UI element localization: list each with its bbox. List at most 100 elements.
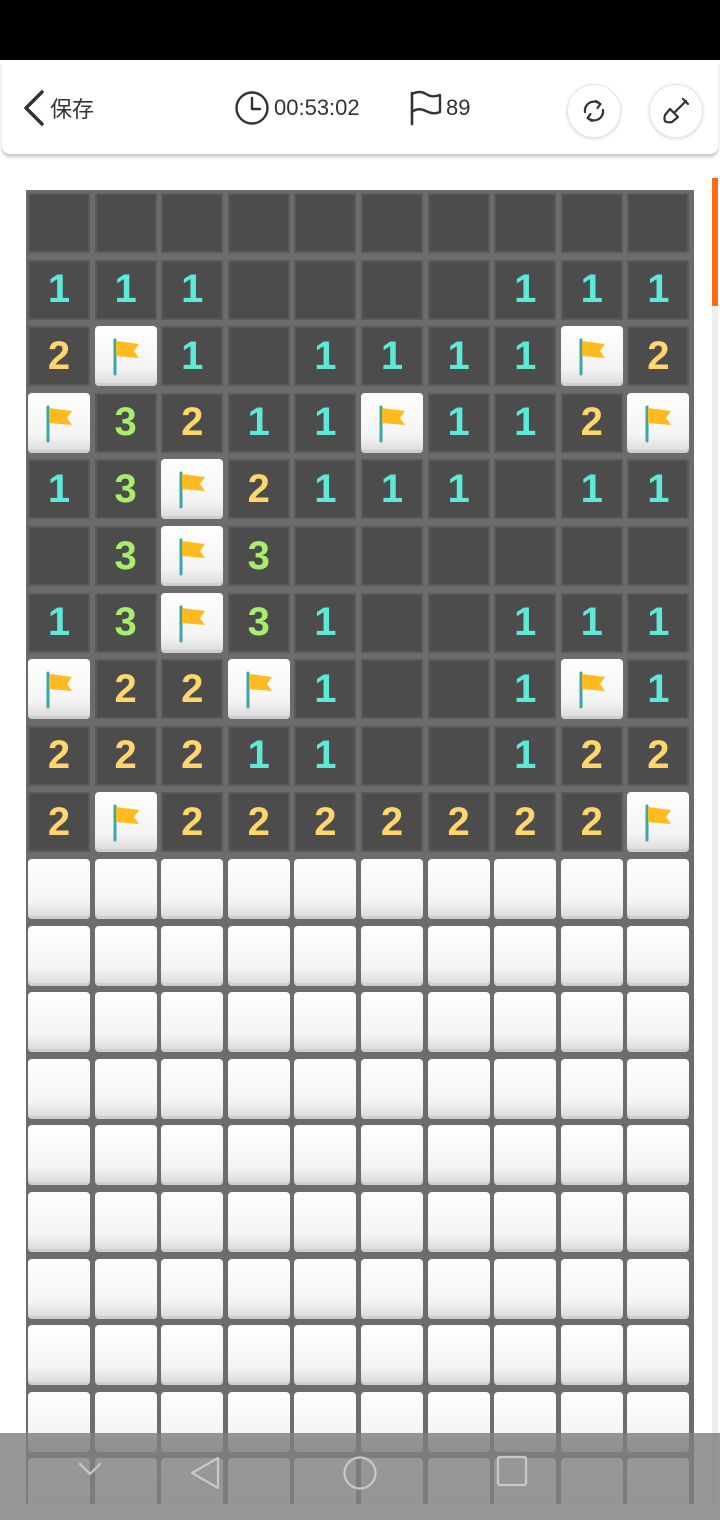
revealed-number-cell[interactable]: 3 [94,392,157,453]
revealed-number-cell[interactable]: 2 [560,392,623,453]
covered-cell[interactable] [494,1192,557,1252]
covered-cell[interactable] [627,1258,690,1319]
revealed-number-cell[interactable]: 2 [560,725,623,786]
covered-cell[interactable] [494,859,557,919]
revealed-number-cell[interactable]: 2 [627,725,690,786]
covered-cell[interactable] [361,859,423,919]
covered-cell[interactable] [361,1192,423,1252]
covered-cell[interactable] [427,1192,490,1252]
flagged-cell[interactable] [560,659,623,720]
revealed-empty-cell[interactable] [427,592,490,653]
revealed-empty-cell[interactable] [560,526,623,586]
revealed-empty-cell[interactable] [294,259,357,320]
covered-cell[interactable] [627,992,690,1053]
covered-cell[interactable] [494,1125,557,1186]
revealed-number-cell[interactable]: 2 [560,792,623,853]
revealed-number-cell[interactable]: 2 [227,792,290,853]
covered-cell[interactable] [427,1325,490,1386]
nav-back-button[interactable] [188,1455,222,1491]
revealed-number-cell[interactable]: 1 [294,592,357,653]
revealed-empty-cell[interactable] [361,659,423,720]
covered-cell[interactable] [161,1192,224,1252]
flagged-cell[interactable] [161,526,224,586]
revealed-empty-cell[interactable] [28,193,90,253]
revealed-number-cell[interactable]: 1 [227,392,290,453]
covered-cell[interactable] [94,992,157,1053]
covered-cell[interactable] [94,1058,157,1119]
flagged-cell[interactable] [94,792,157,853]
covered-cell[interactable] [361,992,423,1053]
revealed-number-cell[interactable]: 1 [560,459,623,520]
revealed-empty-cell[interactable] [94,193,157,253]
scrollbar-thumb[interactable] [712,178,718,306]
covered-cell[interactable] [627,1192,690,1252]
revealed-number-cell[interactable]: 1 [494,592,557,653]
flagged-cell[interactable] [227,659,290,720]
revealed-empty-cell[interactable] [427,526,490,586]
covered-cell[interactable] [427,925,490,986]
covered-cell[interactable] [560,992,623,1053]
revealed-number-cell[interactable]: 1 [161,326,224,387]
revealed-empty-cell[interactable] [161,193,224,253]
flagged-cell[interactable] [627,792,690,853]
revealed-empty-cell[interactable] [427,725,490,786]
covered-cell[interactable] [227,859,290,919]
covered-cell[interactable] [560,1125,623,1186]
revealed-number-cell[interactable]: 3 [94,592,157,653]
covered-cell[interactable] [560,859,623,919]
revealed-number-cell[interactable]: 3 [94,459,157,520]
nav-hide-button[interactable] [76,1455,104,1483]
covered-cell[interactable] [560,1192,623,1252]
covered-cell[interactable] [28,1258,90,1319]
scrollbar[interactable] [712,178,718,1504]
revealed-number-cell[interactable]: 2 [161,392,224,453]
covered-cell[interactable] [361,1058,423,1119]
covered-cell[interactable] [161,1058,224,1119]
revealed-empty-cell[interactable] [427,193,490,253]
revealed-empty-cell[interactable] [427,259,490,320]
revealed-empty-cell[interactable] [361,193,423,253]
covered-cell[interactable] [161,1125,224,1186]
covered-cell[interactable] [494,925,557,986]
dig-tool-button[interactable] [649,84,703,138]
covered-cell[interactable] [94,1258,157,1319]
revealed-number-cell[interactable]: 1 [294,459,357,520]
covered-cell[interactable] [294,992,357,1053]
covered-cell[interactable] [227,1125,290,1186]
flagged-cell[interactable] [28,659,90,720]
revealed-number-cell[interactable]: 1 [361,326,423,387]
covered-cell[interactable] [294,1125,357,1186]
covered-cell[interactable] [28,859,90,919]
covered-cell[interactable] [361,1258,423,1319]
nav-home-button[interactable] [342,1455,378,1491]
revealed-empty-cell[interactable] [28,526,90,586]
flagged-cell[interactable] [28,392,90,453]
revealed-empty-cell[interactable] [361,259,423,320]
covered-cell[interactable] [361,925,423,986]
flagged-cell[interactable] [94,326,157,387]
covered-cell[interactable] [94,859,157,919]
revealed-number-cell[interactable]: 1 [28,592,90,653]
revealed-empty-cell[interactable] [494,526,557,586]
covered-cell[interactable] [227,1258,290,1319]
flagged-cell[interactable] [161,459,224,520]
revealed-number-cell[interactable]: 2 [361,792,423,853]
covered-cell[interactable] [627,1058,690,1119]
covered-cell[interactable] [494,1325,557,1386]
covered-cell[interactable] [28,1192,90,1252]
revealed-number-cell[interactable]: 1 [294,659,357,720]
revealed-number-cell[interactable]: 1 [427,459,490,520]
covered-cell[interactable] [227,925,290,986]
revealed-number-cell[interactable]: 2 [94,725,157,786]
restart-button[interactable] [567,84,621,138]
covered-cell[interactable] [361,1325,423,1386]
covered-cell[interactable] [294,1258,357,1319]
revealed-number-cell[interactable]: 1 [560,592,623,653]
revealed-number-cell[interactable]: 1 [494,392,557,453]
covered-cell[interactable] [227,1192,290,1252]
covered-cell[interactable] [161,1325,224,1386]
revealed-number-cell[interactable]: 2 [294,792,357,853]
revealed-number-cell[interactable]: 1 [94,259,157,320]
revealed-number-cell[interactable]: 1 [494,259,557,320]
revealed-empty-cell[interactable] [227,326,290,387]
